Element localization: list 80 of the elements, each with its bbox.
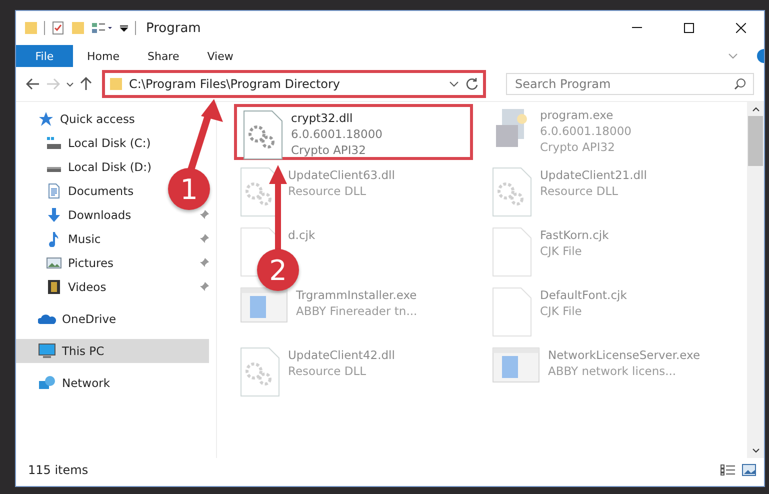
settings-file-icon bbox=[240, 347, 280, 397]
window-icon bbox=[492, 347, 540, 383]
sidebar-item[interactable]: Videos bbox=[16, 275, 209, 299]
pin-icon[interactable] bbox=[199, 210, 209, 220]
window-icon bbox=[240, 287, 288, 323]
scroll-down-icon[interactable] bbox=[752, 448, 760, 453]
settings-file-icon bbox=[492, 167, 532, 217]
picture-icon bbox=[46, 255, 62, 271]
refresh-icon[interactable] bbox=[465, 77, 479, 91]
caret-icon bbox=[66, 82, 74, 86]
step-badge: 2 bbox=[257, 249, 299, 291]
star-icon bbox=[38, 111, 54, 127]
minimize-icon bbox=[632, 27, 642, 29]
file-detail: Resource DLL bbox=[288, 363, 368, 379]
address-bar[interactable]: C:\Program Files\Program Directory bbox=[102, 70, 486, 98]
file-detail: 6.0.6001.18000 bbox=[291, 126, 382, 142]
expand-ribbon-icon[interactable] bbox=[728, 53, 738, 59]
scroll-thumb[interactable] bbox=[748, 116, 763, 166]
ribbon-tab[interactable]: Share bbox=[133, 45, 194, 67]
document-icon bbox=[46, 183, 62, 199]
close-icon bbox=[736, 23, 746, 33]
drive-icon bbox=[46, 135, 62, 151]
file-item[interactable]: crypt32.dll 6.0.6001.18000 Crypto API32 bbox=[234, 104, 473, 160]
dropdown-icon[interactable] bbox=[119, 23, 129, 33]
up-button[interactable] bbox=[80, 77, 92, 91]
maximize-icon bbox=[684, 23, 694, 33]
window-title: Program bbox=[146, 20, 202, 36]
scroll-up-icon[interactable] bbox=[752, 107, 760, 112]
address-path: C:\Program Files\Program Directory bbox=[129, 77, 342, 91]
computer-icon bbox=[38, 343, 56, 359]
drive-icon bbox=[46, 167, 62, 173]
up-arrow-icon bbox=[80, 77, 92, 91]
file-detail: CJK File bbox=[540, 303, 583, 319]
pin-icon[interactable] bbox=[199, 282, 209, 292]
large-icons-view-icon[interactable] bbox=[742, 464, 756, 476]
file-detail: CJK File bbox=[540, 243, 583, 259]
file-detail: Resource DLL bbox=[540, 183, 620, 199]
network-icon bbox=[38, 375, 56, 391]
sidebar-item[interactable]: Music bbox=[16, 227, 209, 251]
sidebar-item[interactable]: Local Disk (D:) bbox=[16, 155, 156, 179]
ribbon-tab[interactable]: File bbox=[16, 45, 73, 67]
ribbon-tab[interactable]: View bbox=[193, 45, 248, 67]
ribbon-tab[interactable]: Home bbox=[73, 45, 134, 67]
sidebar-item[interactable]: Local Disk (C:) bbox=[16, 131, 155, 155]
back-button[interactable] bbox=[26, 78, 40, 90]
layout-icon[interactable] bbox=[91, 21, 113, 35]
pin-icon[interactable] bbox=[199, 258, 209, 268]
film-icon bbox=[46, 279, 62, 295]
forward-arrow-icon bbox=[46, 78, 60, 90]
search-field[interactable]: Search Program bbox=[506, 73, 754, 95]
file-detail: ABBY network licens... bbox=[548, 363, 678, 379]
download-icon bbox=[46, 207, 62, 223]
sidebar-item[interactable]: OneDrive bbox=[16, 307, 120, 331]
folder-icon bbox=[109, 77, 123, 91]
sidebar-item[interactable]: Network bbox=[16, 371, 114, 395]
sidebar-item[interactable]: This PC bbox=[16, 339, 209, 363]
sidebar-item[interactable]: Quick access bbox=[16, 107, 139, 131]
file-name: crypt32.dll bbox=[291, 110, 354, 126]
details-view-icon[interactable] bbox=[720, 464, 736, 476]
search-icon[interactable] bbox=[734, 78, 746, 90]
blank-file-icon bbox=[492, 227, 532, 277]
step-badge: 1 bbox=[168, 168, 210, 210]
properties-icon[interactable] bbox=[51, 21, 65, 35]
recent-locations-button[interactable] bbox=[66, 82, 74, 86]
file-detail: Resource DLL bbox=[288, 183, 368, 199]
sidebar-item[interactable]: Pictures bbox=[16, 251, 209, 275]
sidebar-item[interactable]: Documents bbox=[16, 179, 138, 203]
pin-icon[interactable] bbox=[199, 234, 209, 244]
cloud-icon bbox=[38, 312, 56, 326]
caret-icon[interactable] bbox=[449, 81, 459, 87]
file-detail: Crypto API32 bbox=[540, 139, 616, 155]
file-detail: Crypto API32 bbox=[291, 142, 367, 158]
file-detail: 6.0.6001.18000 bbox=[540, 123, 632, 139]
folder-icon bbox=[24, 21, 38, 35]
blank-file-icon bbox=[492, 287, 532, 337]
settings-file-icon bbox=[243, 110, 283, 160]
back-arrow-icon bbox=[26, 78, 40, 90]
item-count: 115 items bbox=[28, 463, 90, 477]
file-detail: ABBY Finereader tn... bbox=[296, 303, 418, 319]
scrollbar[interactable] bbox=[747, 102, 764, 458]
